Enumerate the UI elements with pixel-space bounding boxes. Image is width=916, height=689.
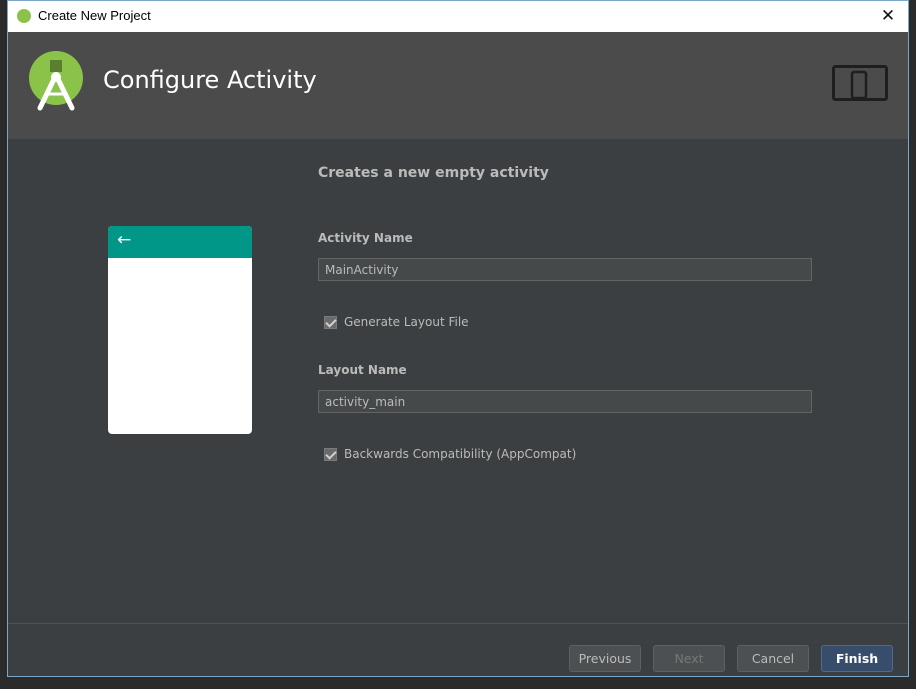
form-content: ← Creates a new empty activity Activity … — [8, 139, 908, 624]
back-arrow-icon: ← — [117, 230, 132, 250]
activity-preview: ← — [108, 226, 252, 434]
activity-name-label: Activity Name — [318, 231, 413, 245]
backwards-compat-checkbox[interactable] — [324, 447, 337, 461]
device-form-factor-icon — [832, 65, 888, 101]
header-banner: Configure Activity — [8, 32, 908, 139]
backwards-compat-label: Backwards Compatibility (AppCompat) — [344, 447, 577, 461]
android-studio-logo — [29, 51, 83, 111]
cancel-button[interactable]: Cancel — [737, 645, 809, 672]
template-description: Creates a new empty activity — [318, 165, 549, 181]
android-studio-icon — [17, 9, 31, 23]
create-project-dialog: Create New Project ✕ Configure Activity … — [7, 0, 909, 677]
previous-button-label: Previous — [578, 651, 632, 666]
page-title: Configure Activity — [103, 66, 317, 94]
background-ide-right — [908, 0, 916, 689]
finish-button[interactable]: Finish — [821, 645, 893, 672]
finish-button-label: Finish — [835, 651, 879, 666]
next-button-label: Next — [674, 651, 704, 666]
activity-name-input[interactable] — [318, 258, 812, 281]
window-title: Create New Project — [38, 8, 151, 23]
close-icon[interactable]: ✕ — [876, 4, 900, 28]
generate-layout-checkbox-row[interactable]: Generate Layout File — [324, 315, 469, 329]
generate-layout-checkbox[interactable] — [324, 315, 337, 329]
title-bar: Create New Project ✕ — [8, 1, 908, 32]
previous-button[interactable]: Previous — [569, 645, 641, 672]
cancel-button-label: Cancel — [751, 651, 795, 666]
preview-app-bar: ← — [108, 226, 252, 258]
layout-name-label: Layout Name — [318, 363, 407, 377]
next-button[interactable]: Next — [653, 645, 725, 672]
layout-name-input[interactable] — [318, 390, 812, 413]
dialog-footer: Previous Next Cancel Finish — [8, 623, 908, 676]
backwards-compat-checkbox-row[interactable]: Backwards Compatibility (AppCompat) — [324, 447, 576, 461]
generate-layout-label: Generate Layout File — [344, 315, 469, 329]
